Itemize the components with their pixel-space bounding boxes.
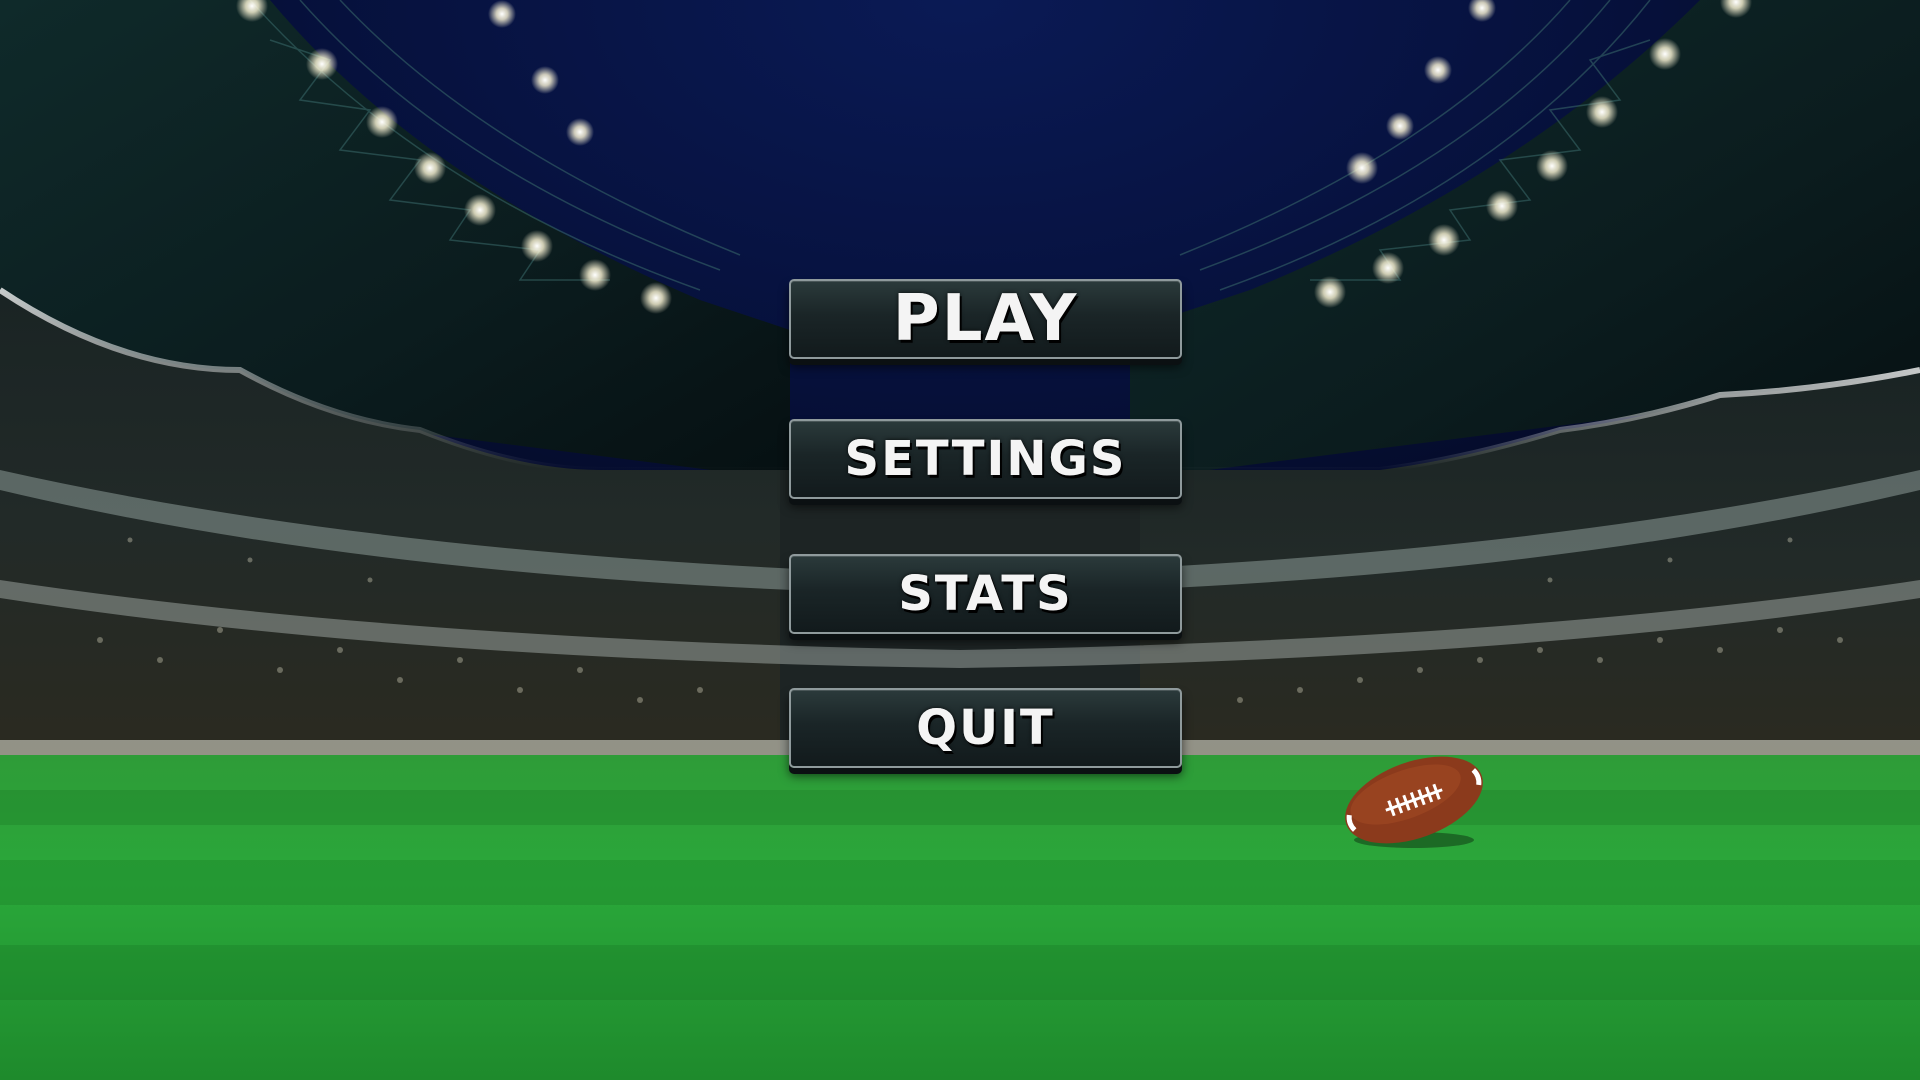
quit-button[interactable]: QUIT <box>789 688 1182 768</box>
football-icon <box>1345 756 1483 848</box>
stadium-background <box>0 0 1920 1080</box>
stats-button-label: STATS <box>898 566 1073 622</box>
stats-button[interactable]: STATS <box>789 554 1182 634</box>
play-button-label: PLAY <box>892 282 1079 356</box>
settings-button-label: SETTINGS <box>844 431 1127 487</box>
quit-button-label: QUIT <box>916 700 1055 756</box>
settings-button[interactable]: SETTINGS <box>789 419 1182 499</box>
main-menu-screen: PLAY SETTINGS STATS QUIT <box>0 0 1920 1080</box>
play-button[interactable]: PLAY <box>789 279 1182 359</box>
